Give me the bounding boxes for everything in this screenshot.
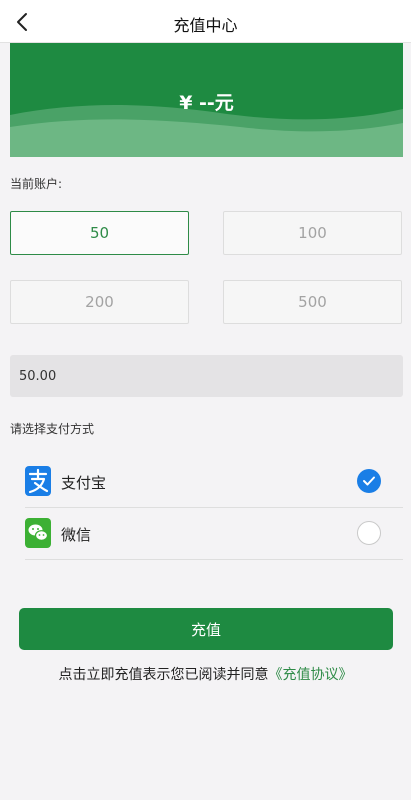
payment-option-label: 支付宝 [61, 474, 107, 492]
agreement-text: 点击立即充值表示您已阅读并同意 [58, 667, 269, 683]
wechat-icon [25, 518, 51, 548]
balance-banner: ¥ --元 [10, 43, 403, 157]
page-title: 充值中心 [173, 16, 238, 35]
custom-amount-input[interactable] [10, 355, 403, 397]
amount-option-50[interactable]: 50 [10, 211, 189, 255]
recharge-button[interactable]: 充值 [19, 608, 393, 650]
radio-checked[interactable] [357, 469, 381, 493]
balance-value: ¥ --元 [179, 92, 234, 114]
alipay-icon [25, 466, 51, 496]
payment-option-alipay[interactable]: 支付宝 [25, 456, 403, 508]
amount-option-500[interactable]: 500 [223, 280, 402, 324]
navbar: 充值中心 [0, 0, 411, 43]
checkmark-icon [363, 476, 375, 486]
radio-unchecked[interactable] [357, 521, 381, 545]
account-label: 当前账户: [10, 177, 63, 191]
agreement-link[interactable]: 《充值协议》 [269, 667, 353, 683]
payment-option-wechat[interactable]: 微信 [25, 508, 403, 560]
agreement-notice: 点击立即充值表示您已阅读并同意《充值协议》 [0, 664, 411, 684]
amount-option-200[interactable]: 200 [10, 280, 189, 324]
amount-option-100[interactable]: 100 [223, 211, 402, 255]
payment-method-label: 请选择支付方式 [10, 422, 95, 436]
payment-option-label: 微信 [61, 526, 92, 544]
